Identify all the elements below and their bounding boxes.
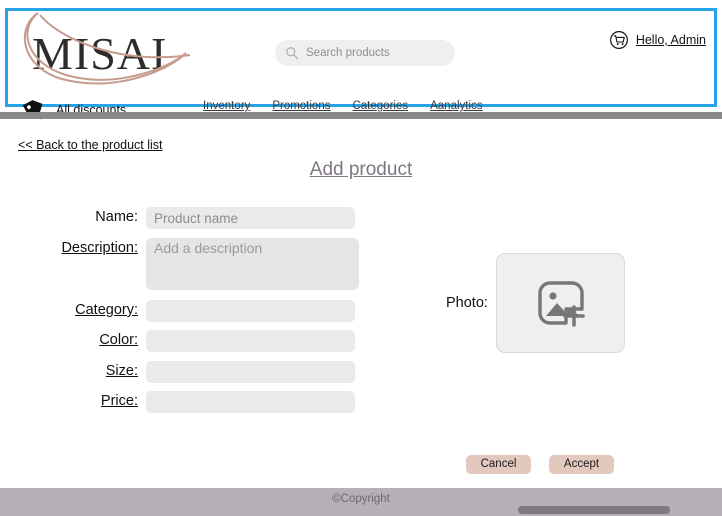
field-row-name: Name: Product name	[0, 207, 355, 229]
scrollbar-thumb[interactable]	[518, 506, 670, 514]
price-input[interactable]	[146, 391, 355, 413]
all-discounts-link[interactable]: All discounts	[22, 97, 126, 123]
price-tag-icon	[22, 100, 43, 120]
horizontal-scrollbar[interactable]	[0, 505, 722, 516]
header-divider	[0, 112, 722, 119]
description-placeholder: Add a description	[154, 240, 263, 256]
main-navigation: Inventory Promotions Categories Aanalyti…	[203, 100, 483, 112]
shopping-cart-icon	[609, 31, 628, 49]
nav-item-inventory[interactable]: Inventory	[203, 100, 250, 112]
user-account-link[interactable]: Hello, Admin	[609, 30, 706, 50]
name-input[interactable]: Product name	[146, 207, 355, 229]
field-row-size: Size:	[0, 361, 355, 383]
nav-item-categories[interactable]: Categories	[352, 100, 408, 112]
category-input[interactable]	[146, 300, 355, 322]
field-row-price: Price:	[0, 391, 355, 413]
search-input[interactable]: Search products	[275, 40, 455, 66]
form-actions: Cancel Accept	[466, 455, 614, 474]
name-placeholder: Product name	[154, 210, 239, 226]
description-label: Description:	[61, 240, 138, 256]
description-input[interactable]: Add a description	[146, 238, 359, 290]
color-label: Color:	[99, 332, 138, 348]
site-header: MISAI All discounts Search products Hell…	[5, 8, 717, 120]
site-logo[interactable]: MISAI	[18, 12, 198, 91]
search-placeholder: Search products	[306, 47, 390, 59]
photo-upload-dropzone[interactable]	[495, 253, 625, 353]
field-row-category: Category:	[0, 300, 355, 322]
back-to-product-list-link[interactable]: << Back to the product list	[18, 138, 163, 152]
accept-button[interactable]: Accept	[549, 455, 614, 474]
size-input[interactable]	[146, 361, 355, 383]
field-row-description: Description: Add a description	[0, 238, 359, 290]
search-icon	[286, 47, 299, 60]
category-label: Category:	[75, 302, 138, 318]
site-footer: ©Copyright	[0, 488, 722, 516]
price-label: Price:	[100, 393, 138, 409]
add-image-icon	[538, 281, 586, 327]
page-title: Add product	[309, 159, 413, 180]
logo-wordmark: MISAI	[32, 28, 168, 79]
field-row-photo: Photo:	[446, 253, 625, 353]
cancel-button[interactable]: Cancel	[466, 455, 531, 474]
copyright-label: ©Copyright	[332, 493, 390, 505]
app-page: MISAI All discounts Search products Hell…	[0, 0, 722, 516]
nav-item-promotions[interactable]: Promotions	[272, 100, 330, 112]
user-greeting-label: Hello, Admin	[635, 33, 706, 47]
field-row-color: Color:	[0, 330, 355, 352]
nav-item-analytics[interactable]: Aanalytics	[430, 100, 482, 112]
color-input[interactable]	[146, 330, 355, 352]
photo-label: Photo:	[446, 295, 488, 311]
name-label: Name:	[95, 209, 138, 225]
size-label: Size:	[105, 363, 138, 379]
